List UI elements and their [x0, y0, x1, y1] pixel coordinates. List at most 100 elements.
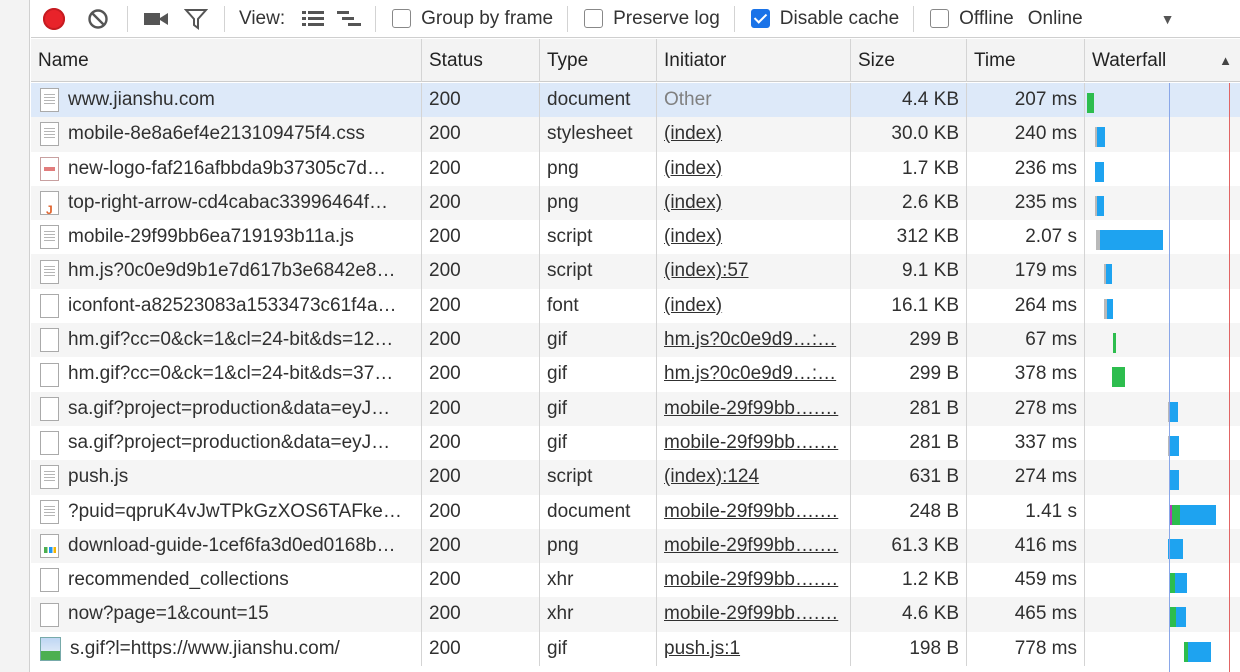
group-by-frame-checkbox[interactable]: Group by frame [392, 8, 553, 30]
table-row[interactable]: sa.gif?project=production&data=eyJ… 200 … [31, 391, 1240, 426]
initiator-cell[interactable]: (index):124 [657, 460, 851, 495]
waterfall-bar[interactable] [1170, 470, 1179, 491]
initiator-link[interactable]: (index) [664, 226, 722, 247]
column-header-type[interactable]: Type [540, 39, 657, 82]
initiator-cell[interactable]: push.js:1 [657, 631, 851, 667]
initiator-link[interactable]: (index):124 [664, 466, 759, 487]
initiator-link[interactable]: mobile-29f99bb….… [664, 432, 838, 453]
column-header-initiator[interactable]: Initiator [657, 39, 851, 82]
initiator-cell[interactable]: hm.js?0c0e9d9…:… [657, 357, 851, 392]
name-cell[interactable]: recommended_collections [31, 563, 422, 598]
initiator-cell[interactable]: mobile-29f99bb….… [657, 563, 851, 598]
initiator-link[interactable]: (index):57 [664, 260, 749, 281]
waterfall-bar[interactable] [1188, 641, 1211, 662]
name-cell[interactable]: www.jianshu.com [31, 83, 422, 118]
offline-box[interactable] [930, 9, 950, 28]
waterfall-bar[interactable] [1097, 127, 1105, 148]
initiator-link[interactable]: mobile-29f99bb….… [664, 569, 838, 590]
initiator-link[interactable]: (index) [664, 295, 722, 316]
name-cell[interactable]: iconfont-a82523083a1533473c61f4a… [31, 288, 422, 324]
table-row[interactable]: www.jianshu.com 200 document Other 4.4 K… [31, 83, 1240, 118]
table-row[interactable]: new-logo-faf216afbbda9b37305c7d… 200 png… [31, 151, 1240, 186]
initiator-link[interactable]: mobile-29f99bb….… [664, 501, 838, 522]
initiator-cell[interactable]: (index) [657, 220, 851, 255]
waterfall-bar[interactable] [1087, 93, 1094, 113]
table-row[interactable]: s.gif?l=https://www.jianshu.com/ 200 gif… [31, 631, 1240, 667]
initiator-link[interactable]: hm.js?0c0e9d9…:… [664, 329, 836, 350]
initiator-cell[interactable]: mobile-29f99bb….… [657, 425, 851, 461]
table-row[interactable]: mobile-29f99bb6ea719193b11a.js 200 scrip… [31, 220, 1240, 255]
column-header-name[interactable]: Name [31, 39, 422, 82]
name-cell[interactable]: sa.gif?project=production&data=eyJ… [31, 391, 422, 426]
initiator-link[interactable]: mobile-29f99bb….… [664, 535, 838, 556]
column-header-waterfall[interactable]: Waterfall ▲ [1085, 39, 1240, 82]
table-row[interactable]: push.js 200 script (index):124 631 B 274… [31, 460, 1240, 495]
table-row[interactable]: ?puid=qpruK4vJwTPkGzXOS6TAFke… 200 docum… [31, 494, 1240, 529]
table-row[interactable]: now?page=1&count=15 200 xhr mobile-29f99… [31, 597, 1240, 632]
waterfall-bar[interactable] [1175, 573, 1187, 594]
waterfall-bar[interactable] [1170, 435, 1179, 456]
name-cell[interactable]: top-right-arrow-cd4cabac33996464f… [31, 185, 422, 221]
initiator-cell[interactable]: mobile-29f99bb….… [657, 391, 851, 426]
waterfall-bar[interactable] [1170, 401, 1178, 422]
initiator-link[interactable]: (index) [664, 158, 722, 179]
initiator-link[interactable]: mobile-29f99bb….… [664, 603, 838, 624]
disable-cache-checkbox[interactable]: Disable cache [750, 8, 899, 30]
offline-checkbox[interactable]: Offline [930, 8, 1014, 30]
waterfall-bar[interactable] [1180, 504, 1216, 525]
waterfall-bar[interactable] [1097, 195, 1104, 216]
capture-screenshots-button[interactable] [136, 0, 176, 38]
waterfall-bar[interactable] [1106, 264, 1112, 285]
name-cell[interactable]: hm.js?0c0e9d9b1e7d617b3e6842e8… [31, 254, 422, 289]
name-cell[interactable]: hm.gif?cc=0&ck=1&cl=24-bit&ds=37… [31, 357, 422, 392]
waterfall-bar[interactable] [1113, 333, 1116, 354]
table-row[interactable]: hm.js?0c0e9d9b1e7d617b3e6842e8… 200 scri… [31, 254, 1240, 289]
preserve-log-box[interactable] [584, 9, 604, 28]
initiator-link[interactable]: push.js:1 [664, 638, 740, 659]
initiator-cell[interactable]: mobile-29f99bb….… [657, 528, 851, 564]
name-cell[interactable]: download-guide-1cef6fa3d0ed0168b… [31, 528, 422, 564]
initiator-cell[interactable]: (index) [657, 288, 851, 324]
overview-button[interactable] [331, 0, 367, 38]
initiator-link[interactable]: (index) [664, 123, 722, 144]
record-button[interactable] [31, 0, 77, 38]
name-cell[interactable]: mobile-29f99bb6ea719193b11a.js [31, 220, 422, 255]
initiator-cell[interactable]: hm.js?0c0e9d9…:… [657, 323, 851, 358]
table-row[interactable]: top-right-arrow-cd4cabac33996464f… 200 p… [31, 185, 1240, 221]
name-cell[interactable]: ?puid=qpruK4vJwTPkGzXOS6TAFke… [31, 494, 422, 529]
name-cell[interactable]: new-logo-faf216afbbda9b37305c7d… [31, 151, 422, 186]
initiator-cell[interactable]: mobile-29f99bb….… [657, 597, 851, 632]
clear-button[interactable] [77, 0, 119, 38]
initiator-link[interactable]: hm.js?0c0e9d9…:… [664, 363, 836, 384]
table-row[interactable]: mobile-8e8a6ef4e213109475f4.css 200 styl… [31, 117, 1240, 152]
initiator-cell[interactable]: (index) [657, 117, 851, 152]
initiator-cell[interactable]: mobile-29f99bb….… [657, 494, 851, 529]
disable-cache-box[interactable] [750, 9, 770, 28]
waterfall-bar[interactable] [1100, 230, 1163, 251]
waterfall-bar[interactable] [1176, 607, 1186, 628]
table-row[interactable]: iconfont-a82523083a1533473c61f4a… 200 fo… [31, 288, 1240, 324]
name-cell[interactable]: mobile-8e8a6ef4e213109475f4.css [31, 117, 422, 152]
filter-button[interactable] [176, 0, 216, 38]
waterfall-bar[interactable] [1172, 504, 1180, 525]
preserve-log-checkbox[interactable]: Preserve log [584, 8, 720, 30]
column-header-time[interactable]: Time [967, 39, 1085, 82]
large-rows-button[interactable] [295, 0, 331, 38]
name-cell[interactable]: sa.gif?project=production&data=eyJ… [31, 425, 422, 461]
throttling-select[interactable]: Online ▼ [1028, 8, 1175, 30]
name-cell[interactable]: push.js [31, 460, 422, 495]
column-header-size[interactable]: Size [851, 39, 967, 82]
table-row[interactable]: sa.gif?project=production&data=eyJ… 200 … [31, 425, 1240, 461]
waterfall-bar[interactable] [1112, 367, 1125, 388]
waterfall-bar[interactable] [1168, 538, 1183, 559]
initiator-link[interactable]: mobile-29f99bb….… [664, 398, 838, 419]
table-row[interactable]: recommended_collections 200 xhr mobile-2… [31, 563, 1240, 598]
name-cell[interactable]: hm.gif?cc=0&ck=1&cl=24-bit&ds=12… [31, 323, 422, 358]
name-cell[interactable]: now?page=1&count=15 [31, 597, 422, 632]
initiator-link[interactable]: (index) [664, 192, 722, 213]
group-by-frame-box[interactable] [392, 9, 412, 28]
name-cell[interactable]: s.gif?l=https://www.jianshu.com/ [31, 631, 422, 667]
initiator-cell[interactable]: (index):57 [657, 254, 851, 289]
column-header-status[interactable]: Status [422, 39, 540, 82]
initiator-cell[interactable]: (index) [657, 151, 851, 186]
